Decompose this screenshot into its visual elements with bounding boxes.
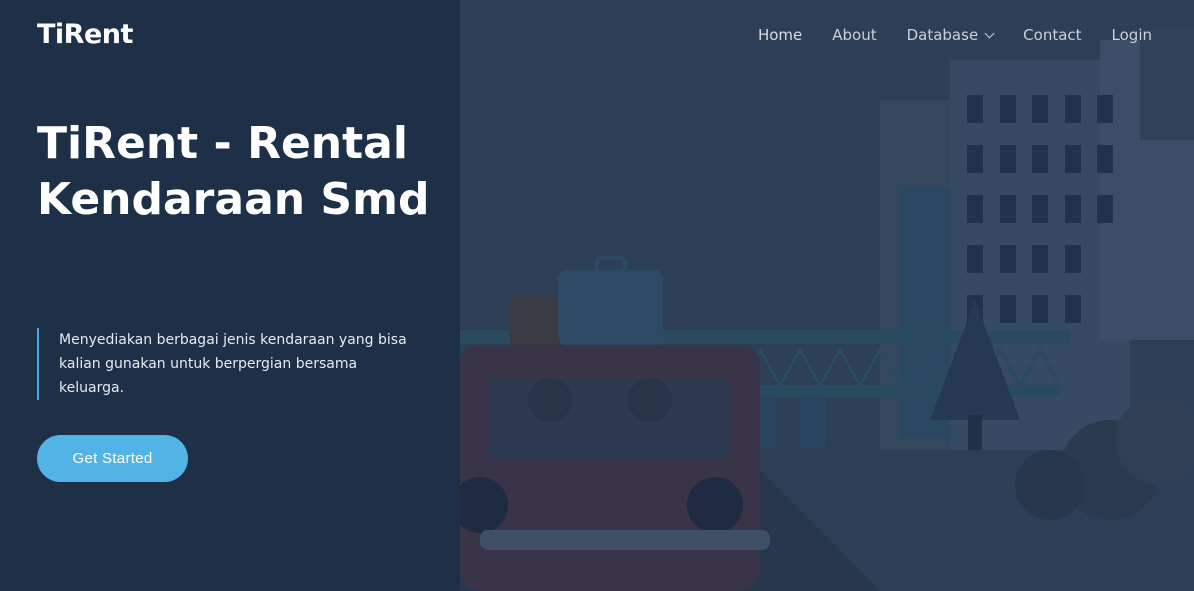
- nav-database-label: Database: [906, 26, 979, 44]
- left-panel: [0, 0, 460, 591]
- nav-database-dropdown[interactable]: Database: [906, 26, 995, 44]
- nav-about-link[interactable]: About: [832, 26, 876, 44]
- brand-logo[interactable]: TiRent: [37, 19, 133, 50]
- hero-background-illustration: [460, 0, 1194, 591]
- main-nav: Home About Database Contact Login: [758, 26, 1152, 44]
- city-car-illustration: [460, 0, 1194, 591]
- nav-login-link[interactable]: Login: [1112, 26, 1152, 44]
- chevron-down-icon: [984, 28, 995, 38]
- hero-description: Menyediakan berbagai jenis kendaraan yan…: [37, 328, 417, 400]
- nav-contact-link[interactable]: Contact: [1023, 26, 1081, 44]
- nav-home-link[interactable]: Home: [758, 26, 802, 44]
- get-started-button[interactable]: Get Started: [37, 435, 188, 482]
- hero-title: TiRent - Rental Kendaraan Smd: [37, 118, 430, 225]
